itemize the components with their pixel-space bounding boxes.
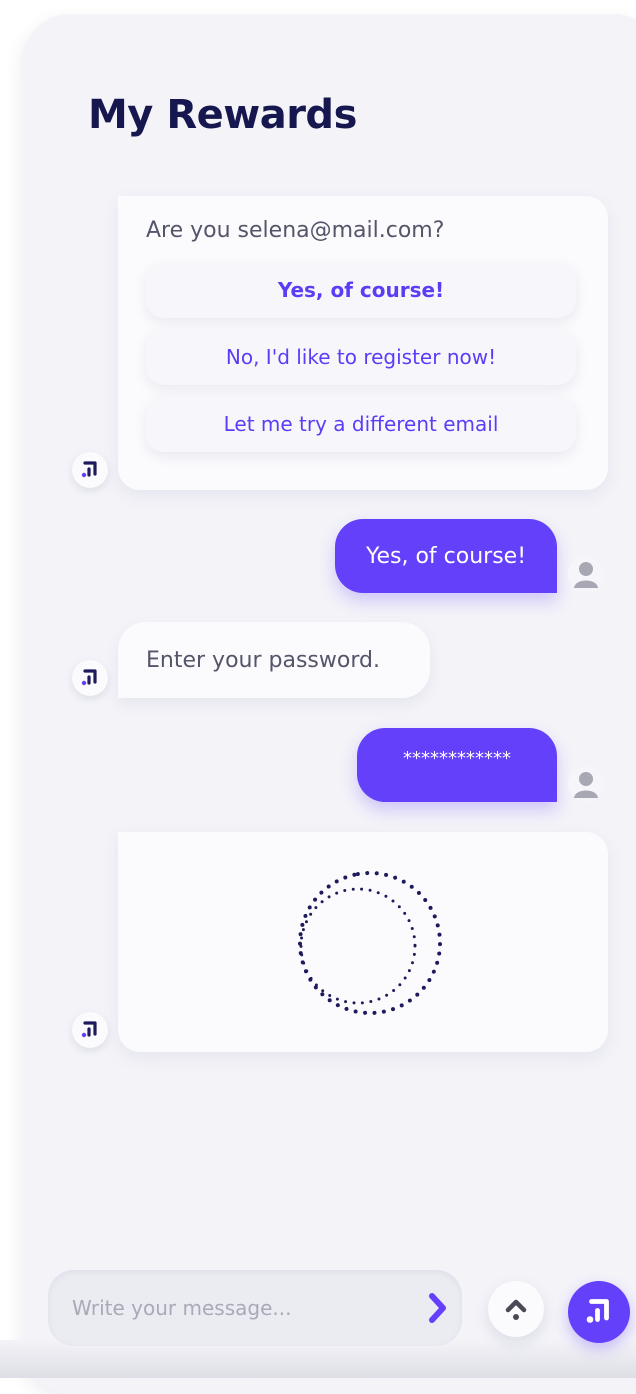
message-input[interactable]: [48, 1270, 408, 1346]
brand-logo-icon: [81, 1021, 97, 1038]
bot-message: Enter your password.: [118, 622, 430, 698]
option-different-email-button[interactable]: Let me try a different email: [146, 396, 576, 452]
assistant-button[interactable]: [568, 1281, 630, 1343]
email-confirmation-card: Are you selena@mail.com? Yes, of course!…: [118, 196, 608, 490]
option-register-button[interactable]: No, I'd like to register now!: [146, 329, 576, 385]
scroll-up-button[interactable]: [488, 1281, 544, 1337]
user-icon: [574, 772, 598, 798]
loading-card: [118, 832, 608, 1052]
brand-logo-icon: [586, 1299, 609, 1323]
user-password-message: ************: [357, 728, 557, 802]
message-composer: [48, 1270, 462, 1346]
page-title-bold: Rewards: [166, 92, 357, 138]
bot-avatar: [72, 452, 108, 488]
page-title-regular: My: [88, 92, 153, 138]
user-icon: [574, 562, 598, 588]
option-yes-button[interactable]: Yes, of course!: [146, 262, 576, 318]
user-avatar: [568, 556, 604, 592]
chevron-up-icon: [505, 1299, 527, 1320]
loading-spinner-icon: [298, 871, 442, 1015]
user-message: Yes, of course!: [335, 519, 557, 593]
chevron-right-icon: [429, 1293, 446, 1323]
page-title: My Rewards: [88, 92, 357, 138]
brand-logo-icon: [81, 669, 97, 686]
brand-logo-icon: [81, 461, 97, 478]
bot-avatar: [72, 660, 108, 696]
email-question: Are you selena@mail.com?: [146, 218, 445, 243]
send-button[interactable]: [420, 1290, 456, 1326]
bot-avatar: [72, 1012, 108, 1048]
user-avatar: [568, 766, 604, 802]
